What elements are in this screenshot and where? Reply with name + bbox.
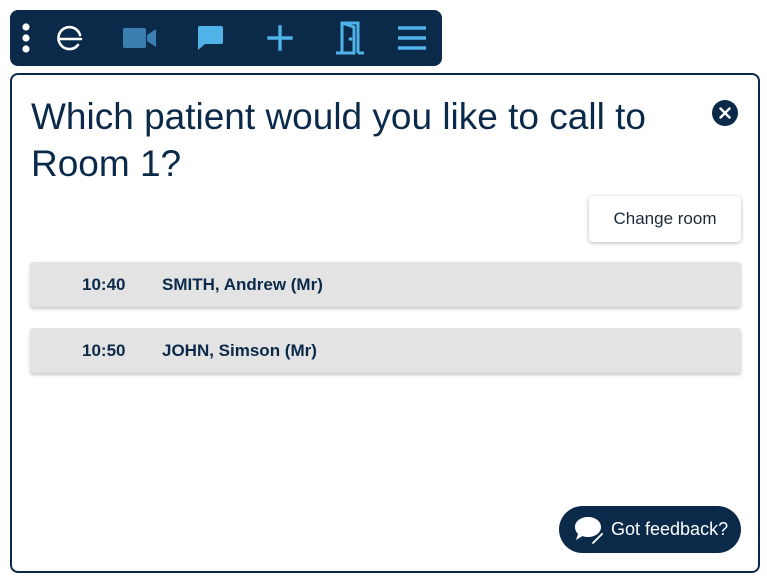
appointment-time: 10:50 (82, 341, 126, 360)
feedback-button[interactable]: Got feedback? (559, 506, 741, 553)
chat-icon[interactable] (190, 10, 230, 66)
appointment-time: 10:40 (82, 275, 126, 294)
patient-row[interactable]: 10:40 SMITH, Andrew (Mr) (30, 262, 741, 307)
patient-row[interactable]: 10:50 JOHN, Simson (Mr) (30, 328, 741, 373)
feedback-label: Got feedback? (611, 519, 729, 539)
dialog-title: Which patient would you like to call to … (31, 96, 646, 184)
e-logo-icon[interactable] (50, 10, 90, 66)
more-vertical-icon[interactable] (16, 10, 36, 66)
video-camera-icon[interactable] (120, 10, 160, 66)
call-patient-dialog: Which patient would you like to call to … (10, 73, 760, 573)
menu-icon[interactable] (392, 10, 432, 66)
patient-name: JOHN, Simson (Mr) (162, 341, 317, 360)
top-toolbar (10, 10, 442, 66)
plus-icon[interactable] (260, 10, 300, 66)
patient-name: SMITH, Andrew (Mr) (162, 275, 323, 294)
feedback-chat-icon (573, 515, 605, 545)
change-room-button[interactable]: Change room (589, 196, 741, 242)
close-icon[interactable] (712, 100, 738, 126)
door-icon[interactable] (330, 10, 370, 66)
